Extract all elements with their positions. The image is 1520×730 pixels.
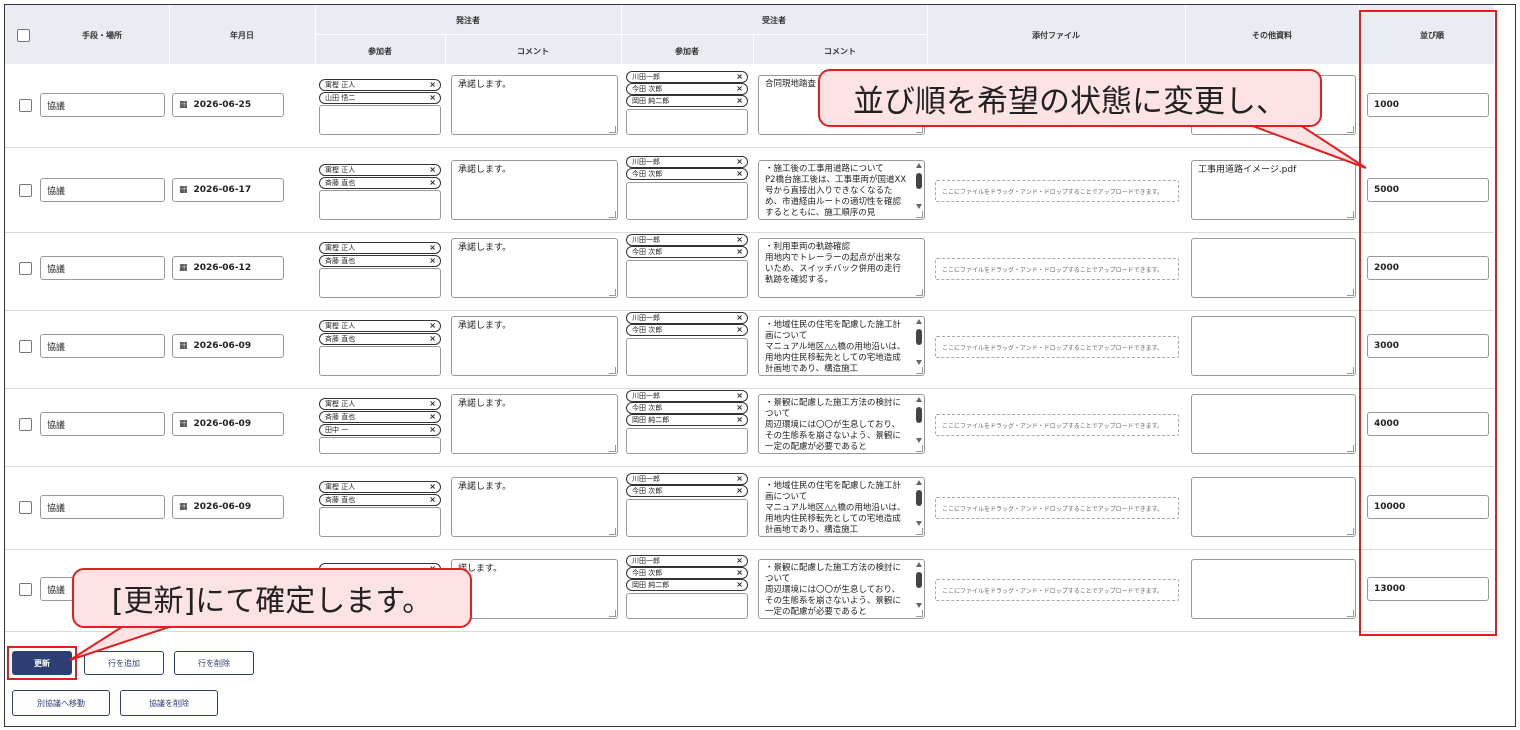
order-hint-callout: 並び順を希望の状態に変更し、: [818, 69, 1322, 127]
update-hint-callout: [更新]にて確定します。: [72, 568, 472, 628]
update-hint-text: [更新]にて確定します。: [111, 584, 433, 619]
order-hint-text: 並び順を希望の状態に変更し、: [853, 83, 1287, 120]
